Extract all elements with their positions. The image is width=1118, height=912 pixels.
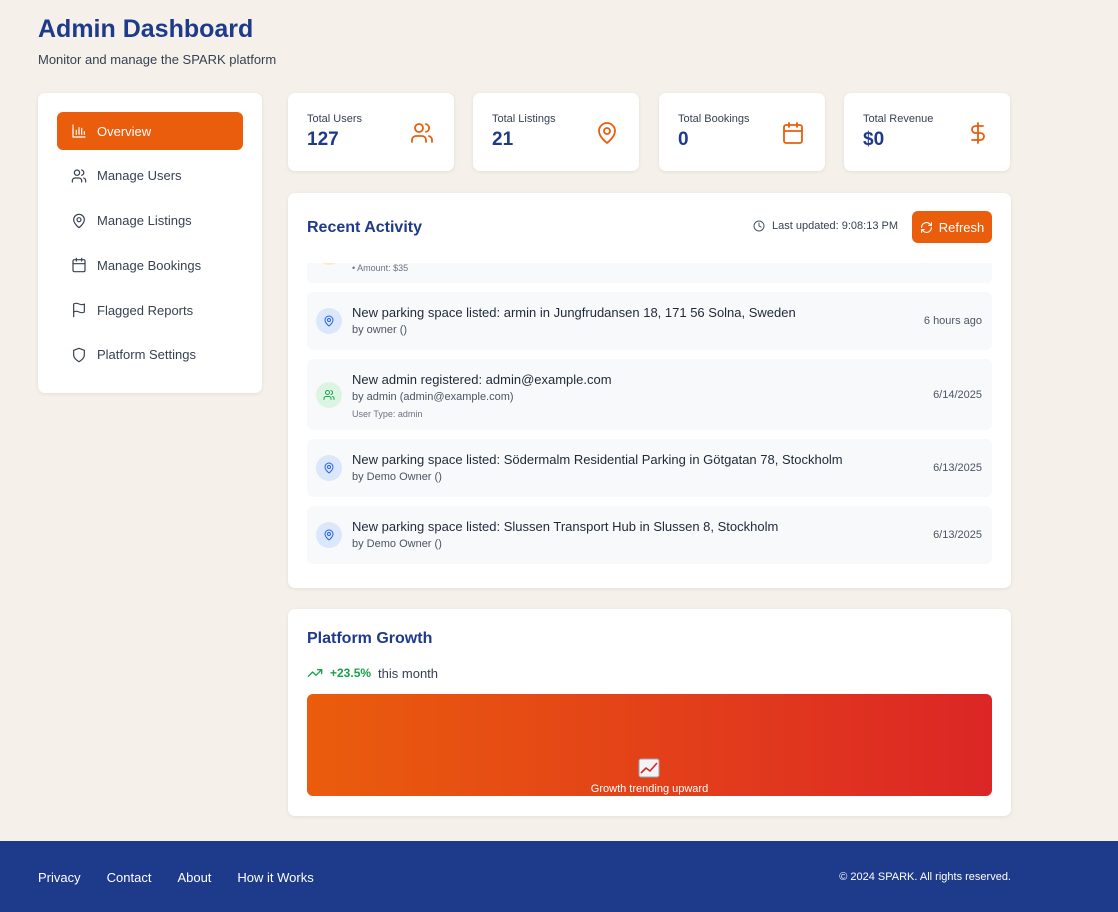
activity-extra: User Type: admin — [352, 409, 423, 419]
stat-card-total-bookings: Total Bookings 0 — [659, 93, 825, 171]
activity-item: New admin registered: admin@example.com … — [307, 359, 992, 430]
footer-link-about[interactable]: About — [177, 870, 211, 885]
sidebar-item-flagged-reports[interactable]: Flagged Reports — [57, 291, 243, 329]
activity-by: by Demo Owner () — [352, 471, 442, 483]
flag-icon — [71, 302, 87, 318]
map-pin-icon — [316, 522, 342, 548]
activity-time: 6/13/2025 — [933, 529, 982, 541]
users-icon — [410, 121, 434, 145]
page-title: Admin Dashboard — [38, 15, 254, 43]
activity-extra: • Amount: $35 — [352, 263, 409, 273]
footer-copyright: © 2024 SPARK. All rights reserved. — [839, 871, 1011, 883]
growth-banner: Growth trending upward — [307, 694, 992, 796]
refresh-label: Refresh — [938, 219, 985, 235]
sidebar-item-label: Manage Bookings — [97, 257, 202, 273]
activity-item: New parking space listed: Södermalm Resi… — [307, 439, 992, 497]
growth-percent: +23.5% — [330, 666, 372, 680]
sidebar-item-label: Manage Users — [97, 168, 182, 184]
section-title: Platform Growth — [307, 630, 433, 647]
activity-time: 6/14/2025 — [933, 389, 982, 401]
users-icon — [71, 168, 87, 184]
map-pin-icon — [316, 455, 342, 481]
stat-card-total-revenue: Total Revenue $0 — [844, 93, 1010, 171]
stat-card-total-users: Total Users 127 — [288, 93, 454, 171]
activity-item: New parking space listed: armin in Jungf… — [307, 292, 992, 350]
map-pin-icon — [595, 121, 619, 145]
sidebar-item-platform-settings[interactable]: Platform Settings — [57, 336, 243, 374]
page-header: Admin Dashboard Monitor and manage the S… — [38, 14, 276, 67]
activity-title: New admin registered: admin@example.com — [352, 372, 612, 387]
sidebar-item-manage-listings[interactable]: Manage Listings — [57, 202, 243, 240]
bar-chart-icon — [71, 123, 87, 139]
footer: Privacy Contact About How it Works © 202… — [0, 841, 1118, 912]
refresh-icon — [920, 221, 932, 233]
activity-time: 6 hours ago — [923, 315, 982, 327]
clock-icon — [753, 220, 765, 232]
map-pin-icon — [71, 213, 87, 229]
sidebar: Overview Manage Users Manage Listings Ma… — [38, 93, 262, 393]
growth-suffix: this month — [378, 665, 439, 681]
footer-link-how-it-works[interactable]: How it Works — [237, 870, 313, 885]
growth-stat: +23.5% this month — [307, 665, 438, 681]
dollar-icon — [316, 263, 342, 265]
sidebar-item-manage-bookings[interactable]: Manage Bookings — [57, 246, 243, 284]
sidebar-item-label: Flagged Reports — [97, 302, 194, 318]
sidebar-item-label: Overview — [97, 123, 152, 139]
sidebar-item-overview[interactable]: Overview — [57, 112, 243, 150]
sidebar-item-manage-users[interactable]: Manage Users — [57, 157, 243, 195]
map-pin-icon — [316, 308, 342, 334]
footer-links: Privacy Contact About How it Works — [38, 870, 340, 885]
chart-increasing-emoji — [638, 758, 660, 778]
activity-time: 6/13/2025 — [933, 462, 982, 474]
stat-card-total-listings: Total Listings 21 — [473, 93, 639, 171]
refresh-button[interactable]: Refresh — [912, 211, 992, 243]
section-title: Recent Activity — [307, 219, 422, 236]
last-updated-text: Last updated: 9:08:13 PM — [772, 220, 898, 232]
activity-title: New parking space listed: Södermalm Resi… — [352, 452, 843, 467]
footer-link-privacy[interactable]: Privacy — [38, 870, 81, 885]
sidebar-item-label: Manage Listings — [97, 213, 192, 229]
last-updated: Last updated: 9:08:13 PM — [753, 220, 898, 232]
activity-list[interactable]: • Amount: $35 New parking space listed: … — [307, 263, 992, 569]
trending-up-icon — [307, 669, 323, 677]
activity-title: New parking space listed: armin in Jungf… — [352, 305, 796, 320]
activity-item: New parking space listed: Slussen Transp… — [307, 506, 992, 564]
calendar-icon — [781, 121, 805, 145]
footer-link-contact[interactable]: Contact — [107, 870, 152, 885]
platform-growth-panel: Platform Growth +23.5% this month Growth… — [288, 609, 1011, 816]
shield-icon — [71, 347, 87, 363]
growth-banner-text: Growth trending upward — [590, 783, 709, 795]
activity-item: • Amount: $35 — [307, 263, 992, 283]
activity-by: by admin (admin@example.com) — [352, 391, 514, 403]
page-subtitle: Monitor and manage the SPARK platform — [38, 52, 277, 67]
users-icon — [316, 382, 342, 408]
dollar-icon — [966, 121, 990, 145]
activity-by: by owner () — [352, 324, 408, 336]
activity-by: by Demo Owner () — [352, 538, 442, 550]
calendar-icon — [71, 257, 87, 273]
recent-activity-panel: Recent Activity Last updated: 9:08:13 PM… — [288, 193, 1011, 588]
activity-title: New parking space listed: Slussen Transp… — [352, 519, 779, 534]
sidebar-item-label: Platform Settings — [97, 347, 196, 363]
